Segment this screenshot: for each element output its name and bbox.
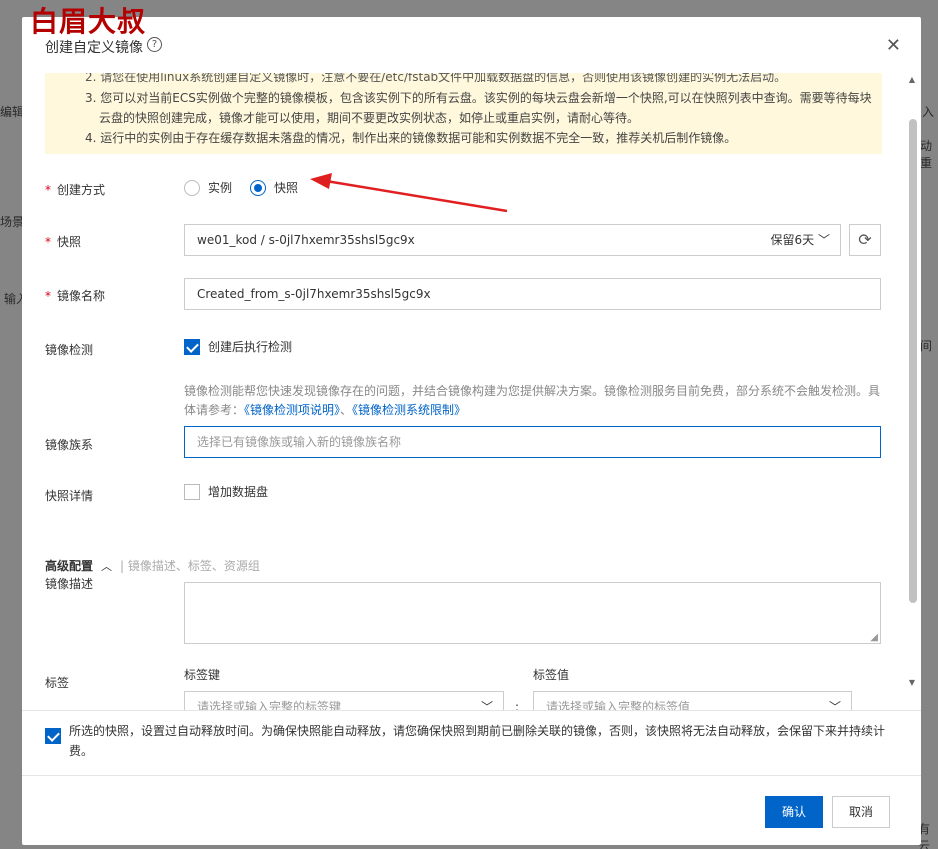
- tags-label: 标签: [45, 676, 70, 690]
- scroll-down-icon[interactable]: ▼: [909, 678, 915, 687]
- tag-value-select[interactable]: 请选择或输入完整的标签值 ﹀: [533, 691, 852, 710]
- radio-circle[interactable]: [250, 179, 267, 196]
- link-check-limits[interactable]: 《镜像检测系统限制》: [352, 403, 466, 417]
- create-image-dialog: 创建自定义镜像 ? ✕ 2. 请您在使用linux系统创建自定义镜像时，注意不要…: [22, 17, 921, 845]
- tag-key-label: 标签键: [184, 668, 221, 682]
- bg-text: 动重: [920, 139, 933, 170]
- image-check-checkbox[interactable]: 创建后执行检测: [184, 338, 292, 355]
- close-icon[interactable]: ✕: [886, 35, 901, 56]
- advanced-config-toggle[interactable]: 高级配置 ︿ | 镜像描述、标签、资源组: [45, 557, 260, 574]
- auto-release-text: 所选的快照，设置过自动释放时间。为确保快照能自动释放，请您确保快照到期前已删除关…: [69, 724, 886, 758]
- checkbox-box[interactable]: [184, 483, 200, 500]
- resize-handle-icon[interactable]: ◢: [870, 632, 878, 643]
- tag-value-placeholder: 请选择或输入完整的标签值: [546, 700, 691, 710]
- radio-instance[interactable]: 实例: [184, 179, 232, 196]
- notice-line: 2. 请您在使用linux系统创建自定义镜像时，注意不要在/etc/fstab文…: [85, 73, 787, 84]
- refresh-button[interactable]: ⟳: [849, 224, 881, 256]
- add-data-disk-checkbox[interactable]: 增加数据盘: [184, 483, 268, 500]
- notice-box: 2. 请您在使用linux系统创建自定义镜像时，注意不要在/etc/fstab文…: [45, 73, 882, 154]
- refresh-icon: ⟳: [858, 230, 872, 249]
- watermark-logo: 白眉大叔: [30, 5, 147, 38]
- notice-line: 4. 运行中的实例由于存在缓存数据未落盘的情况，制作出来的镜像数据可能和实例数据…: [85, 131, 737, 145]
- bg-text: 有云: [918, 822, 931, 849]
- chevron-down-icon: ﹀: [480, 700, 493, 710]
- snapshot-retention: 保留6天 ﹀: [770, 233, 830, 247]
- image-family-label: 镜像族系: [45, 438, 94, 452]
- link-check-items[interactable]: 《镜像检测项说明》: [244, 403, 340, 417]
- chevron-down-icon: ﹀: [828, 700, 841, 710]
- image-check-label: 镜像检测: [45, 343, 94, 357]
- advanced-title: 高级配置: [45, 559, 94, 573]
- checkbox-box[interactable]: [45, 728, 61, 744]
- bg-text: 场景: [0, 215, 25, 229]
- notice-line: 云盘的快照创建完成，镜像才能可以使用，期间不要更改实例状态，如停止或重启实例，请…: [99, 111, 640, 125]
- dialog-header: 创建自定义镜像 ? ✕: [22, 17, 921, 73]
- image-name-value: Created_from_s-0jl7hxemr35shsl5gc9x: [197, 287, 431, 301]
- snapshot-select[interactable]: we01_kod / s-0jl7hxemr35shsl5gc9x 保留6天 ﹀: [184, 224, 841, 256]
- tag-value-label: 标签值: [533, 668, 570, 682]
- scrollbar-thumb[interactable]: [909, 119, 917, 603]
- dialog-body: 2. 请您在使用linux系统创建自定义镜像时，注意不要在/etc/fstab文…: [22, 73, 905, 710]
- auto-release-checkbox[interactable]: [45, 728, 69, 744]
- image-name-label: * 镜像名称: [45, 289, 106, 303]
- description-label: 镜像描述: [45, 577, 94, 591]
- annotation-arrow-icon: [310, 173, 508, 213]
- snapshot-value: we01_kod / s-0jl7hxemr35shsl5gc9x: [197, 233, 415, 247]
- radio-circle[interactable]: [184, 179, 200, 196]
- scroll-up-icon[interactable]: ▲: [909, 75, 915, 84]
- tag-key-select[interactable]: 请选择或输入完整的标签键 ﹀: [184, 691, 504, 710]
- checkbox-label: 创建后执行检测: [208, 340, 293, 354]
- checkbox-label: 增加数据盘: [208, 485, 269, 499]
- image-family-input[interactable]: 选择已有镜像族或输入新的镜像族名称: [184, 426, 881, 458]
- tag-colon: :: [515, 700, 520, 710]
- radio-label: 快照: [274, 181, 299, 195]
- description-textarea[interactable]: ◢: [184, 582, 881, 644]
- notice-line: 3. 您可以对当前ECS实例做个完整的镜像模板，包含该实例下的所有云盘。该实例的…: [85, 91, 872, 105]
- snapshot-detail-label: 快照详情: [45, 489, 94, 503]
- image-check-help: 镜像检测能帮您快速发现镜像存在的问题，并结合镜像构建为您提供解决方案。镜像检测服…: [184, 384, 881, 417]
- radio-snapshot[interactable]: 快照: [250, 179, 298, 196]
- confirm-button[interactable]: 确认: [765, 796, 824, 828]
- help-icon[interactable]: ?: [147, 37, 162, 52]
- checkbox-box[interactable]: [184, 338, 200, 355]
- snapshot-label: * 快照: [45, 235, 82, 249]
- dialog-title: 创建自定义镜像: [45, 40, 143, 56]
- tag-key-placeholder: 请选择或输入完整的标签键: [197, 700, 342, 710]
- chevron-down-icon: ﹀: [817, 233, 830, 247]
- required-mark: *: [45, 183, 51, 197]
- bg-text: 编辑: [0, 105, 25, 119]
- create-method-label: * 创建方式: [45, 183, 106, 197]
- radio-label: 实例: [208, 181, 233, 195]
- image-family-placeholder: 选择已有镜像族或输入新的镜像族名称: [197, 435, 402, 449]
- bg-text: 入: [922, 105, 935, 119]
- required-mark: *: [45, 235, 51, 249]
- advanced-subtitle: | 镜像描述、标签、资源组: [120, 559, 260, 573]
- cancel-button[interactable]: 取消: [832, 796, 891, 828]
- image-name-input[interactable]: Created_from_s-0jl7hxemr35shsl5gc9x: [184, 278, 881, 310]
- chevron-up-icon[interactable]: ︿: [101, 558, 112, 574]
- bg-text: 间: [920, 339, 933, 353]
- create-method-radio-group: 实例 快照: [184, 179, 316, 196]
- auto-release-notice: 所选的快照，设置过自动释放时间。为确保快照能自动释放，请您确保快照到期前已删除关…: [22, 710, 921, 776]
- required-mark: *: [45, 289, 51, 303]
